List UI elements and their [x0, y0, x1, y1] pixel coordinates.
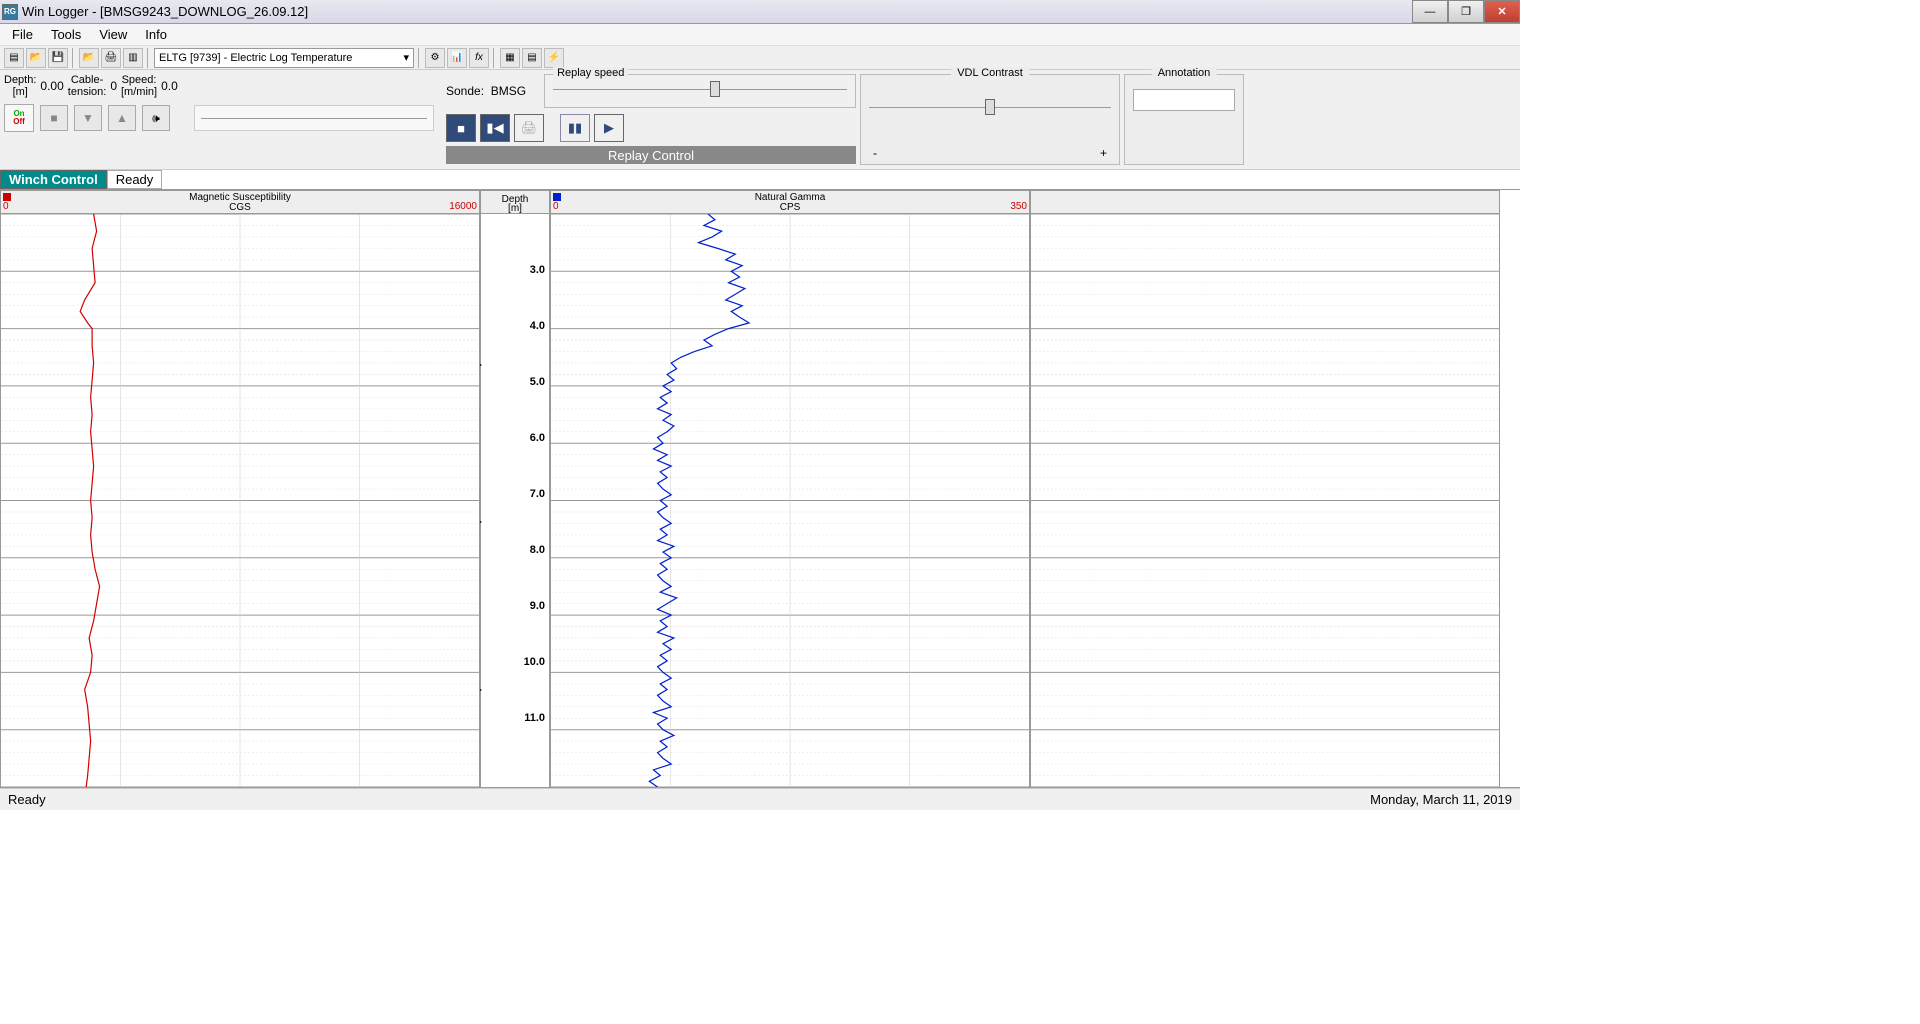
log-track-0[interactable]: Magnetic SusceptibilityCGS 016000	[0, 190, 480, 787]
down-button[interactable]: ▼	[74, 105, 102, 131]
log-chart-area: Magnetic SusceptibilityCGS 016000Depth[m…	[0, 190, 1520, 788]
power-toggle[interactable]: OnOff	[4, 104, 34, 132]
log-track-blank	[1030, 190, 1500, 787]
pause-button[interactable]: ▮▮	[560, 114, 590, 142]
calendar-icon[interactable]: ▤	[522, 48, 542, 68]
depth-column: Depth[m]3.04.05.06.07.08.09.010.011.0	[480, 190, 550, 787]
winch-status-row: Winch Control Ready	[0, 170, 1520, 190]
winch-state: Ready	[107, 170, 163, 189]
winch-control-label[interactable]: Winch Control	[0, 170, 107, 189]
new-icon[interactable]: ▤	[4, 48, 24, 68]
close-button[interactable]: ✕	[1484, 0, 1520, 23]
menubar: FileToolsViewInfo	[0, 24, 1520, 46]
depth-display: Depth:[m]	[4, 74, 36, 98]
log-track-1[interactable]: Natural GammaCPS 0350	[550, 190, 1030, 787]
up-button[interactable]: ▲	[108, 105, 136, 131]
fx-icon[interactable]: fx	[469, 48, 489, 68]
replay-panel: Sonde: BMSG Replay speed ■ ▮◀ 🖨 ▮▮ ▶ Rep…	[446, 74, 856, 165]
status-text: Ready	[8, 792, 46, 807]
open-icon[interactable]: 📂	[26, 48, 46, 68]
menu-view[interactable]: View	[91, 25, 135, 44]
print-icon[interactable]: 🖨	[101, 48, 121, 68]
annotation-group: Annotation	[1124, 74, 1244, 165]
preview-icon[interactable]: ▥	[123, 48, 143, 68]
vdl-contrast-group: VDL Contrast -+	[860, 74, 1120, 165]
alarm-icon[interactable]: 🕪	[142, 105, 170, 131]
replay-control-bar: Replay Control	[446, 146, 856, 164]
chevron-down-icon: ▾	[403, 51, 409, 64]
replay-speed-slider[interactable]	[553, 81, 847, 97]
window-title: Win Logger - [BMSG9243_DOWNLOG_26.09.12]	[22, 4, 308, 19]
speed-lcd: 0.0	[161, 79, 178, 93]
sonde-select-value: ELTG [9739] - Electric Log Temperature	[159, 52, 352, 64]
tension-display: Cable-tension:	[68, 74, 107, 98]
titlebar: RG Win Logger - [BMSG9243_DOWNLOG_26.09.…	[0, 0, 1520, 24]
statusbar: Ready Monday, March 11, 2019	[0, 788, 1520, 810]
menu-info[interactable]: Info	[137, 25, 175, 44]
minimize-button[interactable]: —	[1412, 0, 1448, 23]
print-replay-icon[interactable]: 🖨	[514, 114, 544, 142]
replay-speed-group: Replay speed	[544, 74, 856, 108]
config-icon[interactable]: ⚙	[425, 48, 445, 68]
menu-file[interactable]: File	[4, 25, 41, 44]
sonde-select[interactable]: ELTG [9739] - Electric Log Temperature ▾	[154, 48, 414, 68]
speed-display: Speed:[m/min]	[121, 74, 157, 98]
toolbar: ▤ 📂 💾 📂 🖨 ▥ ELTG [9739] - Electric Log T…	[0, 46, 1520, 70]
control-panels: Depth:[m] 0.00 Cable-tension: 0 Speed:[m…	[0, 70, 1520, 170]
annotation-input[interactable]	[1133, 89, 1235, 111]
rewind-button[interactable]: ▮◀	[480, 114, 510, 142]
stop-rec-button[interactable]: ■	[40, 105, 68, 131]
vdl-slider[interactable]	[869, 99, 1111, 115]
winch-slider[interactable]	[194, 105, 434, 131]
grid-icon[interactable]: ▦	[500, 48, 520, 68]
menu-tools[interactable]: Tools	[43, 25, 89, 44]
stop-button[interactable]: ■	[446, 114, 476, 142]
play-button[interactable]: ▶	[594, 114, 624, 142]
app-icon: RG	[2, 4, 18, 20]
open2-icon[interactable]: 📂	[79, 48, 99, 68]
chart-icon[interactable]: 📊	[447, 48, 467, 68]
tension-lcd: 0	[110, 79, 117, 93]
maximize-button[interactable]: ❐	[1448, 0, 1484, 23]
save-icon[interactable]: 💾	[48, 48, 68, 68]
depth-lcd: 0.00	[40, 79, 63, 93]
status-date: Monday, March 11, 2019	[1370, 792, 1512, 807]
flash-icon[interactable]: ⚡	[544, 48, 564, 68]
